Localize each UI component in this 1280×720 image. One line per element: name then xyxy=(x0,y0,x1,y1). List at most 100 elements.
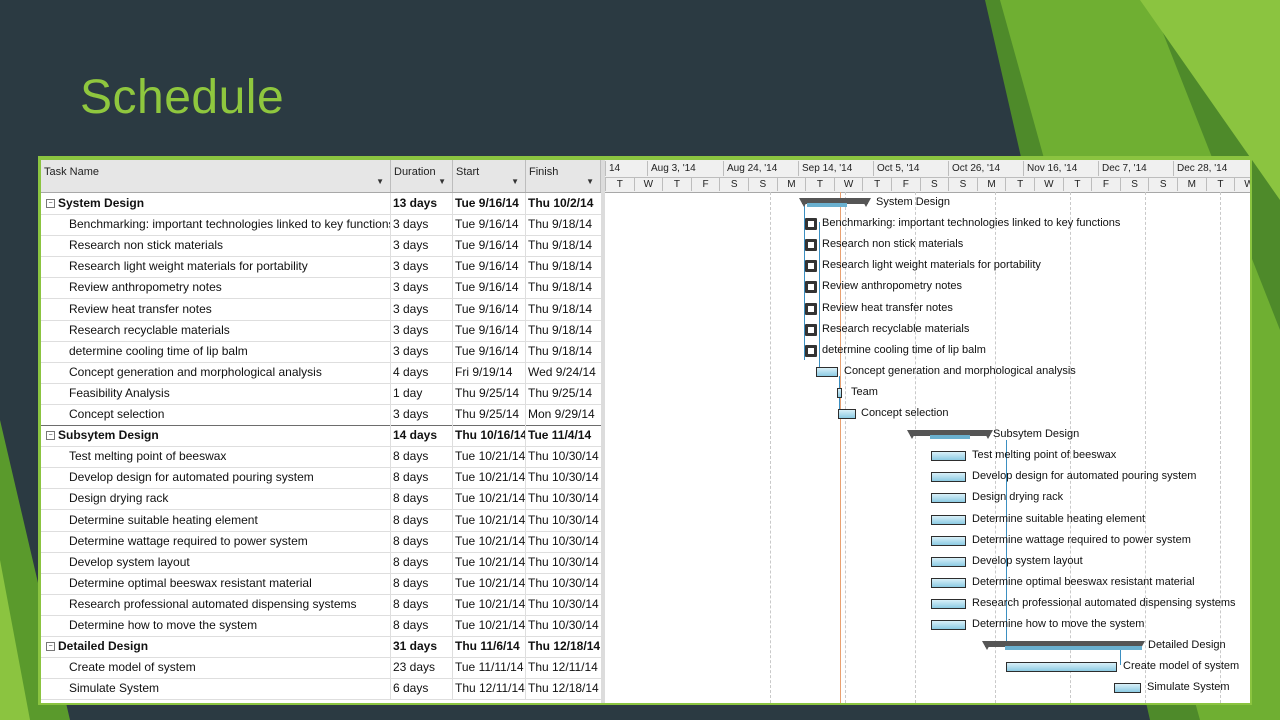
task-name-cell[interactable]: − Subsytem Design xyxy=(41,425,391,447)
task-finish-cell[interactable]: Thu 9/18/14 xyxy=(526,235,601,256)
summary-task-row[interactable]: − System Design 13 days Tue 9/16/14 Thu 10/2… xyxy=(41,193,601,215)
task-name-cell[interactable]: Determine optimal beeswax resistant mate… xyxy=(41,572,391,594)
task-finish-cell[interactable]: Thu 12/18/14 xyxy=(526,636,601,657)
task-start-cell[interactable]: Tue 10/21/14 xyxy=(453,446,526,468)
task-finish-cell[interactable]: Wed 9/24/14 xyxy=(526,362,601,383)
task-row[interactable]: Test melting point of beeswax 8 days Tue 1… xyxy=(41,446,601,469)
summary-task-row[interactable]: − Subsytem Design 14 days Thu 10/16/14 Tue 1… xyxy=(41,425,601,448)
task-bar[interactable] xyxy=(837,387,842,398)
task-finish-cell[interactable]: Thu 9/18/14 xyxy=(526,341,601,362)
task-name-cell[interactable]: Determine suitable heating element xyxy=(41,509,391,531)
collapse-icon[interactable]: − xyxy=(46,642,55,652)
task-start-cell[interactable]: Tue 10/21/14 xyxy=(453,572,526,594)
task-row[interactable]: Review anthropometry notes 3 days Tue 9/16… xyxy=(41,277,601,300)
task-name-cell[interactable]: Feasibility Analysis xyxy=(41,382,391,404)
task-finish-cell[interactable]: Thu 9/18/14 xyxy=(526,214,601,235)
task-duration-cell[interactable]: 8 days xyxy=(391,446,453,468)
task-start-cell[interactable]: Tue 10/21/14 xyxy=(453,509,526,531)
task-bar[interactable] xyxy=(931,598,966,609)
milestone-marker[interactable] xyxy=(805,344,817,357)
task-bar[interactable] xyxy=(838,409,856,419)
task-start-cell[interactable]: Fri 9/19/14 xyxy=(453,361,526,383)
task-row[interactable]: Feasibility Analysis 1 day Thu 9/25/14 Thu … xyxy=(41,382,601,405)
task-bar[interactable] xyxy=(931,556,966,567)
task-row[interactable]: Develop system layout 8 days Tue 10/21/14 T… xyxy=(41,551,601,574)
task-name-cell[interactable]: Research recyclable materials xyxy=(41,319,391,341)
task-duration-cell[interactable]: 3 days xyxy=(391,298,453,320)
task-bar[interactable] xyxy=(816,366,838,377)
chevron-down-icon[interactable]: ▼ xyxy=(586,170,594,194)
collapse-icon[interactable]: − xyxy=(46,199,55,208)
task-finish-cell[interactable]: Thu 12/11/14 xyxy=(526,657,601,678)
task-finish-cell[interactable]: Thu 9/18/14 xyxy=(526,320,601,341)
task-duration-cell[interactable]: 8 days xyxy=(391,488,453,510)
task-duration-cell[interactable]: 3 days xyxy=(391,404,453,425)
task-duration-cell[interactable]: 3 days xyxy=(391,214,453,236)
task-finish-cell[interactable]: Thu 10/30/14 xyxy=(526,573,601,594)
task-bar[interactable] xyxy=(931,514,966,525)
milestone-marker[interactable] xyxy=(805,260,817,273)
task-duration-cell[interactable]: 3 days xyxy=(391,319,453,341)
task-duration-cell[interactable]: 3 days xyxy=(391,235,453,257)
task-row[interactable]: Research non stick materials 3 days Tue 9/… xyxy=(41,235,601,258)
task-row[interactable]: Benchmarking: important technologies lin… xyxy=(41,214,601,237)
task-row[interactable]: Determine suitable heating element 8 days… xyxy=(41,509,601,532)
task-bar[interactable] xyxy=(931,493,966,504)
task-start-cell[interactable]: Tue 10/21/14 xyxy=(453,467,526,489)
task-bar[interactable] xyxy=(1006,662,1117,673)
task-row[interactable]: Create model of system 23 days Tue 11/11/1… xyxy=(41,657,601,680)
task-bar[interactable] xyxy=(1114,683,1141,694)
milestone-marker[interactable] xyxy=(805,281,817,294)
task-duration-cell[interactable]: 8 days xyxy=(391,572,453,594)
task-start-cell[interactable]: Thu 9/25/14 xyxy=(453,404,526,425)
task-finish-cell[interactable]: Thu 10/30/14 xyxy=(526,488,601,509)
task-duration-cell[interactable]: 8 days xyxy=(391,467,453,489)
task-row[interactable]: Design drying rack 8 days Tue 10/21/14 Thu … xyxy=(41,488,601,511)
task-row[interactable]: Determine wattage required to power syst… xyxy=(41,530,601,553)
task-start-cell[interactable]: Tue 10/21/14 xyxy=(453,530,526,552)
task-finish-cell[interactable]: Thu 10/2/14 xyxy=(526,193,601,214)
task-finish-cell[interactable]: Thu 12/18/14 xyxy=(526,678,601,699)
task-duration-cell[interactable]: 6 days xyxy=(391,678,453,700)
task-name-cell[interactable]: − Detailed Design xyxy=(41,636,391,658)
task-name-cell[interactable]: Research light weight materials for port… xyxy=(41,256,391,278)
task-bar[interactable] xyxy=(931,472,966,483)
task-start-cell[interactable]: Tue 9/16/14 xyxy=(453,319,526,341)
task-start-cell[interactable]: Thu 12/11/14 xyxy=(453,678,526,700)
task-name-cell[interactable]: Concept selection xyxy=(41,404,391,425)
collapse-icon[interactable]: − xyxy=(46,431,55,441)
col-duration-header[interactable]: Duration ▼ xyxy=(391,160,453,192)
task-duration-cell[interactable]: 8 days xyxy=(391,530,453,552)
task-finish-cell[interactable]: Tue 11/4/14 xyxy=(526,425,601,446)
task-row[interactable]: Simulate System 6 days Thu 12/11/14 Thu 12/… xyxy=(41,678,601,701)
milestone-marker[interactable] xyxy=(805,239,817,252)
task-row[interactable]: Concept generation and morphological ana… xyxy=(41,361,601,384)
chevron-down-icon[interactable]: ▼ xyxy=(438,170,446,194)
task-name-cell[interactable]: Determine wattage required to power syst… xyxy=(41,530,391,552)
task-name-cell[interactable]: Review anthropometry notes xyxy=(41,277,391,299)
task-duration-cell[interactable]: 1 day xyxy=(391,382,453,404)
task-duration-cell[interactable]: 13 days xyxy=(391,193,453,214)
task-bar[interactable] xyxy=(931,535,966,546)
task-duration-cell[interactable]: 31 days xyxy=(391,636,453,658)
task-duration-cell[interactable]: 23 days xyxy=(391,657,453,679)
task-name-cell[interactable]: Concept generation and morphological ana… xyxy=(41,361,391,383)
task-name-cell[interactable]: Research professional automated dispensi… xyxy=(41,593,391,615)
task-start-cell[interactable]: Tue 10/21/14 xyxy=(453,615,526,636)
task-start-cell[interactable]: Tue 10/21/14 xyxy=(453,488,526,510)
task-row[interactable]: Determine optimal beeswax resistant mate… xyxy=(41,572,601,595)
milestone-marker[interactable] xyxy=(805,218,817,231)
task-duration-cell[interactable]: 4 days xyxy=(391,361,453,383)
task-duration-cell[interactable]: 8 days xyxy=(391,509,453,531)
task-row[interactable]: Determine how to move the system 8 days Tu… xyxy=(41,615,601,637)
task-start-cell[interactable]: Tue 9/16/14 xyxy=(453,193,526,214)
task-finish-cell[interactable]: Thu 10/30/14 xyxy=(526,531,601,552)
task-start-cell[interactable]: Tue 11/11/14 xyxy=(453,657,526,679)
task-start-cell[interactable]: Tue 9/16/14 xyxy=(453,298,526,320)
task-bar[interactable] xyxy=(931,620,966,630)
task-finish-cell[interactable]: Thu 9/25/14 xyxy=(526,383,601,404)
task-finish-cell[interactable]: Thu 9/18/14 xyxy=(526,277,601,298)
task-start-cell[interactable]: Tue 9/16/14 xyxy=(453,277,526,299)
task-name-cell[interactable]: Develop design for automated pouring sys… xyxy=(41,467,391,489)
task-name-cell[interactable]: determine cooling time of lip balm xyxy=(41,340,391,362)
